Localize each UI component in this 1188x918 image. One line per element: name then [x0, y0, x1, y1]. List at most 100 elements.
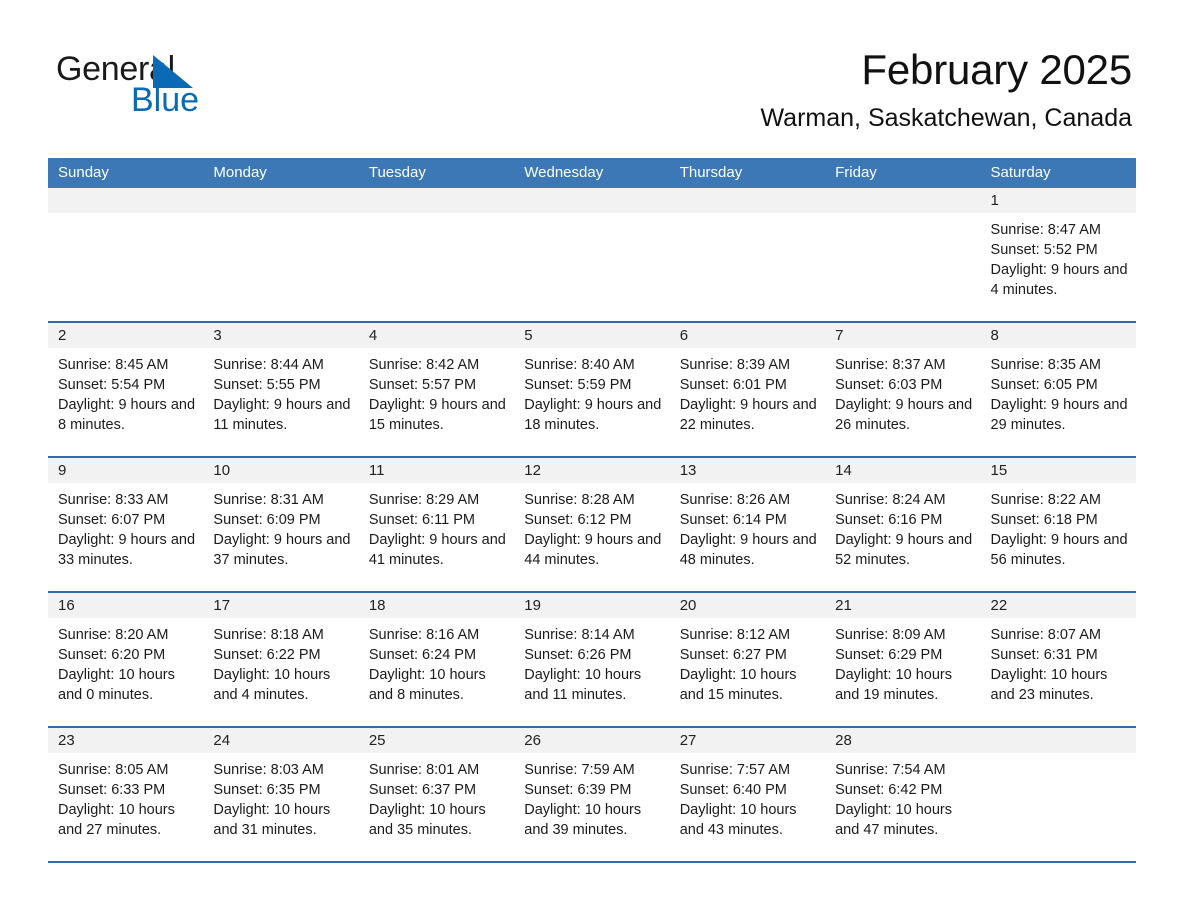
sunset-time: Sunset: 6:27 PM [679, 647, 787, 663]
day-number: 4 [358, 323, 515, 348]
calendar-day-cell[interactable]: 4 Sunrise: 8:42 AM Sunset: 5:57 PM Daylight… [358, 323, 515, 456]
generalblue-logo[interactable]: General Blue [56, 52, 286, 117]
daylight-duration: Daylight: 9 hours and 8 minutes. [58, 397, 196, 433]
day-details: Sunrise: 8:09 AM Sunset: 6:29 PM Daylight:… [825, 618, 980, 705]
calendar-day-cell-empty [514, 188, 670, 321]
day-details: Sunrise: 8:16 AM Sunset: 6:24 PM Daylight:… [359, 618, 514, 705]
day-details: Sunrise: 8:18 AM Sunset: 6:22 PM Daylight:… [203, 618, 358, 705]
calendar-page: General Blue February 2025 Warman, Saska… [0, 0, 1188, 918]
calendar-day-cell[interactable]: 15 Sunrise: 8:22 AM Sunset: 6:18 PM Dayligh… [980, 458, 1136, 591]
sunset-time: Sunset: 6:01 PM [679, 377, 787, 393]
calendar-day-cell[interactable]: 27 Sunrise: 7:57 AM Sunset: 6:40 PM Dayligh… [669, 728, 826, 861]
calendar-week-row: 2 Sunrise: 8:45 AM Sunset: 5:54 PM Daylight… [48, 323, 1136, 458]
day-number: 5 [514, 323, 670, 348]
day-number: 11 [358, 458, 515, 483]
calendar-day-cell[interactable]: 16 Sunrise: 8:20 AM Sunset: 6:20 PM Dayligh… [48, 593, 204, 726]
calendar-day-cell[interactable]: 1 Sunrise: 8:47 AM Sunset: 5:52 PM Daylight… [980, 188, 1136, 321]
day-number: 28 [825, 728, 981, 753]
day-number [48, 188, 204, 213]
sunset-time: Sunset: 6:20 PM [58, 647, 166, 663]
calendar-day-cell[interactable]: 13 Sunrise: 8:26 AM Sunset: 6:14 PM Dayligh… [669, 458, 826, 591]
sunrise-time: Sunrise: 8:33 AM [58, 492, 169, 508]
sunrise-time: Sunrise: 8:07 AM [990, 627, 1101, 643]
calendar-day-cell[interactable]: 19 Sunrise: 8:14 AM Sunset: 6:26 PM Dayligh… [514, 593, 670, 726]
sunrise-time: Sunrise: 8:26 AM [679, 492, 791, 508]
weekday-header-saturday: Saturday [990, 164, 1051, 181]
day-number: 9 [48, 458, 204, 483]
day-details: Sunrise: 8:33 AM Sunset: 6:07 PM Daylight:… [48, 483, 203, 570]
calendar-day-cell[interactable]: 24 Sunrise: 8:03 AM Sunset: 6:35 PM Dayligh… [203, 728, 359, 861]
sunrise-time: Sunrise: 7:57 AM [679, 762, 791, 778]
daylight-duration: Daylight: 9 hours and 44 minutes. [524, 532, 662, 568]
calendar-day-cell[interactable]: 25 Sunrise: 8:01 AM Sunset: 6:37 PM Dayligh… [358, 728, 515, 861]
calendar-day-cell[interactable]: 23 Sunrise: 8:05 AM Sunset: 6:33 PM Dayligh… [48, 728, 204, 861]
sunset-time: Sunset: 5:57 PM [368, 377, 477, 393]
weekday-header-row: Sunday Monday Tuesday Wednesday Thursday Frid… [48, 158, 1136, 188]
day-number: 21 [825, 593, 981, 618]
day-number: 8 [980, 323, 1136, 348]
calendar-day-cell[interactable]: 2 Sunrise: 8:45 AM Sunset: 5:54 PM Daylight… [48, 323, 204, 456]
calendar-week-row: 23 Sunrise: 8:05 AM Sunset: 6:33 PM Dayligh… [48, 728, 1136, 863]
calendar-day-cell[interactable]: 9 Sunrise: 8:33 AM Sunset: 6:07 PM Daylight… [48, 458, 204, 591]
calendar-day-cell[interactable]: 21 Sunrise: 8:09 AM Sunset: 6:29 PM Dayligh… [825, 593, 981, 726]
title-block: February 2025 Warman, Saskatchewan, Cana… [761, 46, 1133, 133]
daylight-duration: Daylight: 9 hours and 18 minutes. [524, 397, 662, 433]
sunset-time: Sunset: 6:14 PM [679, 512, 787, 528]
weekday-header-sunday: Sunday [58, 164, 109, 181]
calendar-day-cell[interactable]: 7 Sunrise: 8:37 AM Sunset: 6:03 PM Daylight… [825, 323, 981, 456]
daylight-duration: Daylight: 9 hours and 4 minutes. [990, 262, 1128, 298]
calendar-day-cell[interactable]: 11 Sunrise: 8:29 AM Sunset: 6:11 PM Dayligh… [358, 458, 515, 591]
day-number: 13 [669, 458, 826, 483]
day-number: 1 [980, 188, 1136, 213]
sunset-time: Sunset: 6:22 PM [213, 647, 321, 663]
day-details: Sunrise: 8:29 AM Sunset: 6:11 PM Daylight:… [359, 483, 514, 570]
day-number: 12 [514, 458, 670, 483]
page-title: February 2025 [861, 46, 1132, 93]
calendar-day-cell[interactable]: 3 Sunrise: 8:44 AM Sunset: 5:55 PM Daylight… [203, 323, 359, 456]
sunset-time: Sunset: 6:03 PM [835, 377, 943, 393]
day-details: Sunrise: 8:22 AM Sunset: 6:18 PM Daylight:… [981, 483, 1136, 570]
sunrise-time: Sunrise: 8:22 AM [990, 492, 1101, 508]
calendar-day-cell[interactable]: 14 Sunrise: 8:24 AM Sunset: 6:16 PM Dayligh… [825, 458, 981, 591]
day-details: Sunrise: 8:31 AM Sunset: 6:09 PM Daylight:… [203, 483, 358, 570]
calendar-week-row: 1 Sunrise: 8:47 AM Sunset: 5:52 PM Daylight… [48, 188, 1136, 323]
calendar-day-cell[interactable]: 20 Sunrise: 8:12 AM Sunset: 6:27 PM Dayligh… [669, 593, 826, 726]
calendar-day-cell[interactable]: 18 Sunrise: 8:16 AM Sunset: 6:24 PM Dayligh… [358, 593, 515, 726]
sunrise-time: Sunrise: 8:28 AM [524, 492, 635, 508]
daylight-duration: Daylight: 9 hours and 41 minutes. [368, 532, 506, 568]
day-details: Sunrise: 8:35 AM Sunset: 6:05 PM Daylight:… [981, 348, 1136, 435]
day-number: 16 [48, 593, 204, 618]
daylight-duration: Daylight: 10 hours and 35 minutes. [368, 802, 486, 838]
daylight-duration: Daylight: 9 hours and 33 minutes. [58, 532, 196, 568]
calendar-day-cell[interactable]: 8 Sunrise: 8:35 AM Sunset: 6:05 PM Daylight… [980, 323, 1136, 456]
calendar-day-cell-empty [48, 188, 204, 321]
calendar-day-cell[interactable]: 5 Sunrise: 8:40 AM Sunset: 5:59 PM Daylight… [514, 323, 670, 456]
sunset-time: Sunset: 6:05 PM [990, 377, 1098, 393]
calendar-weeks: 1 Sunrise: 8:47 AM Sunset: 5:52 PM Daylight… [48, 188, 1136, 863]
day-details: Sunrise: 8:47 AM Sunset: 5:52 PM Daylight:… [981, 213, 1136, 300]
sunrise-time: Sunrise: 8:44 AM [213, 357, 324, 373]
day-number: 2 [48, 323, 204, 348]
calendar-day-cell[interactable]: 26 Sunrise: 7:59 AM Sunset: 6:39 PM Dayligh… [514, 728, 670, 861]
daylight-duration: Daylight: 10 hours and 11 minutes. [524, 667, 642, 703]
sunset-time: Sunset: 6:39 PM [524, 782, 632, 798]
daylight-duration: Daylight: 9 hours and 52 minutes. [835, 532, 973, 568]
calendar-day-cell[interactable]: 28 Sunrise: 7:54 AM Sunset: 6:42 PM Dayligh… [825, 728, 981, 861]
daylight-duration: Daylight: 10 hours and 23 minutes. [990, 667, 1108, 703]
daylight-duration: Daylight: 9 hours and 11 minutes. [213, 397, 351, 433]
day-details: Sunrise: 8:42 AM Sunset: 5:57 PM Daylight:… [359, 348, 514, 435]
calendar-day-cell[interactable]: 6 Sunrise: 8:39 AM Sunset: 6:01 PM Daylight… [669, 323, 826, 456]
daylight-duration: Daylight: 10 hours and 0 minutes. [58, 667, 175, 703]
daylight-duration: Daylight: 10 hours and 27 minutes. [58, 802, 175, 838]
day-number: 25 [358, 728, 515, 753]
calendar-day-cell[interactable]: 10 Sunrise: 8:31 AM Sunset: 6:09 PM Dayligh… [203, 458, 359, 591]
sunrise-time: Sunrise: 8:12 AM [679, 627, 791, 643]
calendar-day-cell[interactable]: 12 Sunrise: 8:28 AM Sunset: 6:12 PM Dayligh… [514, 458, 670, 591]
calendar-week-row: 9 Sunrise: 8:33 AM Sunset: 6:07 PM Daylight… [48, 458, 1136, 593]
daylight-duration: Daylight: 10 hours and 4 minutes. [213, 667, 331, 703]
day-details: Sunrise: 8:05 AM Sunset: 6:33 PM Daylight:… [48, 753, 203, 840]
calendar-day-cell[interactable]: 17 Sunrise: 8:18 AM Sunset: 6:22 PM Dayligh… [203, 593, 359, 726]
day-details: Sunrise: 7:59 AM Sunset: 6:39 PM Daylight:… [514, 753, 669, 840]
calendar-day-cell[interactable]: 22 Sunrise: 8:07 AM Sunset: 6:31 PM Dayligh… [980, 593, 1136, 726]
sunset-time: Sunset: 6:35 PM [213, 782, 321, 798]
